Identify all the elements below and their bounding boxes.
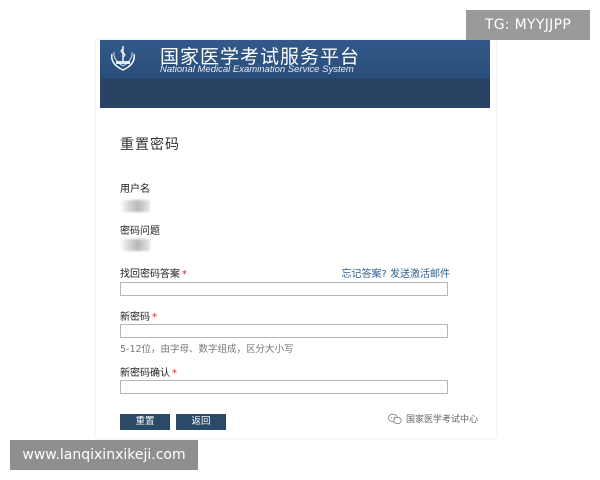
confirm-required-mark: * [172,368,177,379]
page-title: 重置密码 [120,137,180,153]
new-password-input[interactable] [120,324,448,338]
reset-password-page: 国家医学考试服务平台 National Medical Examination … [96,40,496,438]
answer-label-text: 找回密码答案 [120,269,180,280]
answer-required-mark: * [182,269,187,280]
confirm-password-input[interactable] [120,380,448,394]
answer-label: 找回密码答案 * [120,265,187,280]
question-value-redacted [120,239,150,251]
forgot-answer-link[interactable]: 忘记答案? 发送激活邮件 [342,265,451,280]
password-hint: 5-12位，由字母、数字组成，区分大小写 [120,344,294,355]
source-mark-text: 国家医学考试中心 [406,415,479,425]
header-band [100,78,490,108]
new-password-label: 新密码 * [120,308,157,323]
website-watermark: www.lanqixinxikeji.com [10,440,198,470]
answer-input[interactable] [120,282,448,296]
source-watermark: 国家医学考试中心 [388,412,478,425]
question-label: 密码问题 [120,226,160,237]
username-value-redacted [120,200,150,212]
new-password-required-mark: * [152,312,157,323]
wechat-channel-icon [388,413,402,424]
emblem-logo-icon [111,46,135,71]
new-password-label-text: 新密码 [120,312,150,323]
confirm-password-label: 新密码确认 * [120,364,177,379]
screenshot-stage: 国家医学考试服务平台 National Medical Examination … [0,0,600,480]
telegram-watermark: TG: MYYJJPP [466,10,590,40]
reset-button[interactable]: 重置 [120,414,170,430]
back-button[interactable]: 返回 [176,414,226,430]
confirm-password-label-text: 新密码确认 [120,368,170,379]
site-header: 国家医学考试服务平台 National Medical Examination … [100,40,490,108]
username-label: 用户名 [120,184,150,195]
site-subtitle: National Medical Examination Service Sys… [160,64,354,75]
